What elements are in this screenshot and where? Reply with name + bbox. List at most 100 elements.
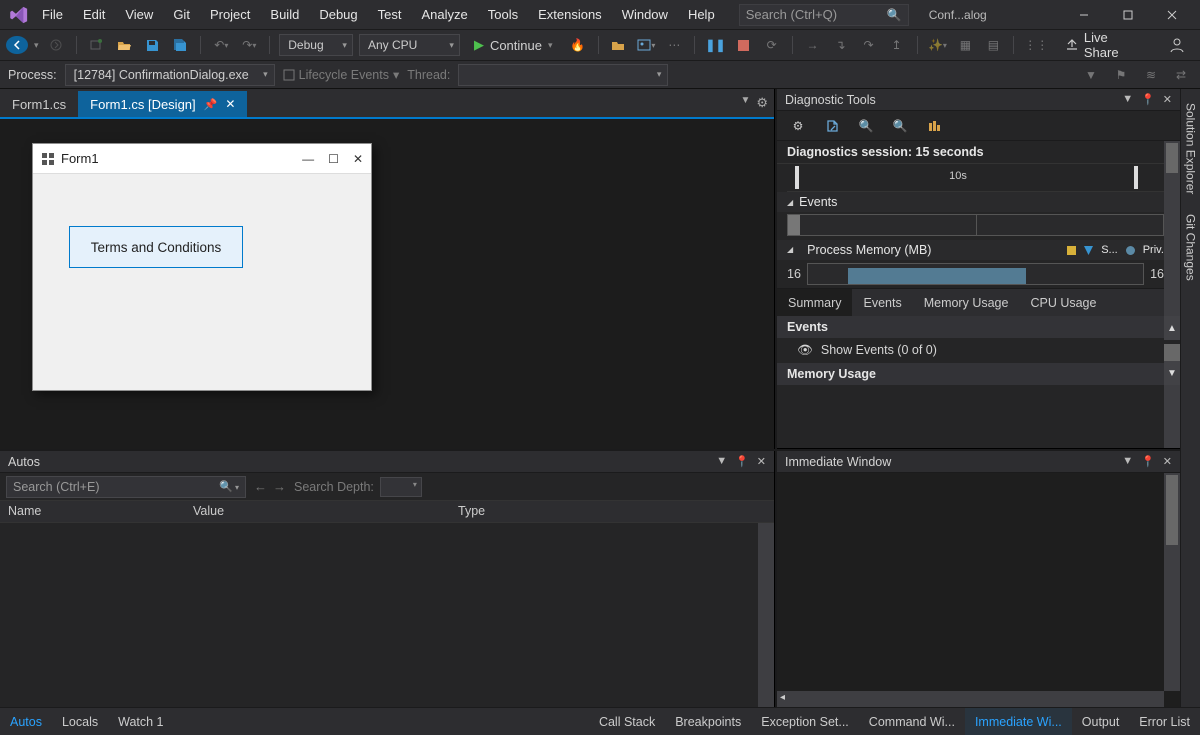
solution-platform-select[interactable]: Any CPU bbox=[359, 34, 460, 56]
solution-explorer-tab[interactable]: Solution Explorer bbox=[1183, 99, 1199, 198]
save-all-button[interactable] bbox=[169, 34, 191, 56]
bottom-tab-error-list[interactable]: Error List bbox=[1129, 708, 1200, 735]
diag-pm-section[interactable]: Process Memory (MB) S... Priv... bbox=[777, 240, 1180, 260]
diag-tab-cpu-usage[interactable]: CPU Usage bbox=[1019, 289, 1107, 316]
redo-button[interactable]: ↷ ▾ bbox=[238, 34, 260, 56]
scroll-up-icon[interactable]: ▲ bbox=[1164, 316, 1180, 340]
diag-settings-icon[interactable]: ⚙ bbox=[787, 115, 809, 137]
menu-project[interactable]: Project bbox=[200, 1, 260, 28]
new-project-button[interactable] bbox=[85, 34, 107, 56]
panel-close-icon[interactable]: ✕ bbox=[1163, 93, 1172, 106]
continue-button[interactable]: ▶ Continue ▾ bbox=[466, 34, 561, 56]
close-tab-icon[interactable]: ✕ bbox=[225, 97, 235, 111]
diag-export-icon[interactable] bbox=[821, 115, 843, 137]
bottom-tab-immediate-wi-[interactable]: Immediate Wi... bbox=[965, 708, 1072, 735]
scrollbar[interactable] bbox=[1164, 141, 1180, 448]
autos-search-input[interactable]: Search (Ctrl+E) 🔍 bbox=[6, 476, 246, 498]
pin-icon[interactable]: 📌 bbox=[204, 98, 218, 111]
solution-config-select[interactable]: Debug bbox=[279, 34, 353, 56]
show-events-link[interactable]: 👁Show Events (0 of 0) bbox=[777, 338, 1180, 363]
diag-tab-events[interactable]: Events bbox=[852, 289, 912, 316]
toolbar-icon[interactable]: ⋯ bbox=[663, 34, 685, 56]
panel-pin-icon[interactable]: 📍 bbox=[1141, 93, 1155, 106]
show-next-statement-button[interactable]: → bbox=[802, 34, 824, 56]
tab-overflow-icon[interactable]: ▼ bbox=[740, 95, 750, 111]
global-search-input[interactable]: Search (Ctrl+Q) 🔍 bbox=[739, 4, 909, 26]
save-button[interactable] bbox=[141, 34, 163, 56]
toolbar-extra-4[interactable]: ⋮⋮ bbox=[1023, 34, 1049, 56]
menu-tools[interactable]: Tools bbox=[478, 1, 528, 28]
search-prev-icon[interactable]: ← bbox=[254, 479, 267, 494]
tab-form1-design[interactable]: Form1.cs [Design] 📌 ✕ bbox=[78, 91, 247, 117]
restart-button[interactable]: ⟳ bbox=[761, 34, 783, 56]
menu-analyze[interactable]: Analyze bbox=[411, 1, 477, 28]
panel-pin-icon[interactable]: 📍 bbox=[735, 455, 749, 468]
process-select[interactable]: [12784] ConfirmationDialog.exe bbox=[65, 64, 275, 86]
panel-dropdown-icon[interactable]: ▼ bbox=[1122, 455, 1133, 468]
scrollbar[interactable] bbox=[1164, 473, 1180, 691]
panel-pin-icon[interactable]: 📍 bbox=[1141, 455, 1155, 468]
tab-form1-cs[interactable]: Form1.cs bbox=[0, 91, 78, 117]
lifecycle-events-button[interactable]: Lifecycle Events ▾ bbox=[283, 67, 400, 82]
menu-help[interactable]: Help bbox=[678, 1, 725, 28]
tab-settings-icon[interactable]: ⚙ bbox=[756, 95, 768, 111]
hot-reload-button[interactable]: 🔥 bbox=[567, 34, 589, 56]
menu-extensions[interactable]: Extensions bbox=[528, 1, 612, 28]
filter-icon[interactable]: ▼ bbox=[1080, 64, 1102, 86]
menu-view[interactable]: View bbox=[115, 1, 163, 28]
step-over-button[interactable]: ↷ bbox=[858, 34, 880, 56]
scrollbar-horizontal[interactable] bbox=[777, 691, 1164, 707]
close-button[interactable] bbox=[1150, 0, 1194, 30]
bottom-tab-output[interactable]: Output bbox=[1072, 708, 1130, 735]
menu-edit[interactable]: Edit bbox=[73, 1, 115, 28]
live-share-button[interactable]: Live Share bbox=[1055, 30, 1150, 60]
bottom-tab-command-wi-[interactable]: Command Wi... bbox=[859, 708, 965, 735]
nav-back-button[interactable] bbox=[6, 36, 28, 54]
maximize-button[interactable] bbox=[1106, 0, 1150, 30]
git-changes-tab[interactable]: Git Changes bbox=[1183, 210, 1199, 285]
winform-preview[interactable]: Form1 — ☐ ✕ Terms and Conditions bbox=[32, 143, 372, 391]
browse-icon[interactable] bbox=[607, 34, 629, 56]
flag-icon[interactable]: ⚑ bbox=[1110, 64, 1132, 86]
scrollbar[interactable] bbox=[758, 523, 774, 707]
menu-debug[interactable]: Debug bbox=[309, 1, 367, 28]
stack-icon[interactable]: ≋ bbox=[1140, 64, 1162, 86]
minimize-button[interactable] bbox=[1062, 0, 1106, 30]
bottom-tab-breakpoints[interactable]: Breakpoints bbox=[665, 708, 751, 735]
menu-file[interactable]: File bbox=[32, 1, 73, 28]
undo-button[interactable]: ↶ ▾ bbox=[210, 34, 232, 56]
scroll-down-icon[interactable]: ▼ bbox=[1164, 361, 1180, 385]
step-out-button[interactable]: ↥ bbox=[886, 34, 908, 56]
bottom-tab-watch-1[interactable]: Watch 1 bbox=[108, 708, 173, 735]
menu-build[interactable]: Build bbox=[260, 1, 309, 28]
bottom-tab-autos[interactable]: Autos bbox=[0, 708, 52, 735]
menu-window[interactable]: Window bbox=[612, 1, 678, 28]
panel-close-icon[interactable]: ✕ bbox=[1163, 455, 1172, 468]
col-name[interactable]: Name bbox=[0, 501, 185, 522]
toolbar-extra-2[interactable]: ▦ bbox=[954, 34, 976, 56]
panel-dropdown-icon[interactable]: ▼ bbox=[1122, 93, 1133, 106]
col-value[interactable]: Value bbox=[185, 501, 450, 522]
step-into-button[interactable]: ↴ bbox=[830, 34, 852, 56]
diag-tab-memory-usage[interactable]: Memory Usage bbox=[913, 289, 1020, 316]
toggle-icon[interactable]: ⇄ bbox=[1170, 64, 1192, 86]
thread-select[interactable] bbox=[458, 64, 668, 86]
terms-button[interactable]: Terms and Conditions bbox=[69, 226, 243, 268]
diag-events-section[interactable]: Events bbox=[777, 192, 1180, 212]
search-next-icon[interactable]: → bbox=[273, 479, 286, 494]
diag-tab-summary[interactable]: Summary bbox=[777, 289, 852, 316]
col-type[interactable]: Type bbox=[450, 501, 774, 522]
image-icon[interactable]: ▾ bbox=[635, 34, 657, 56]
menu-test[interactable]: Test bbox=[368, 1, 412, 28]
diag-timeline[interactable]: 10s bbox=[787, 164, 1164, 192]
search-depth-select[interactable] bbox=[380, 477, 422, 497]
toolbar-extra-3[interactable]: ▤ bbox=[982, 34, 1004, 56]
events-track[interactable] bbox=[787, 214, 1164, 236]
zoom-in-icon[interactable]: 🔍 bbox=[855, 115, 877, 137]
process-memory-chart[interactable]: 16 16 bbox=[777, 260, 1180, 288]
pause-button[interactable]: ❚❚ bbox=[704, 34, 726, 56]
menu-git[interactable]: Git bbox=[163, 1, 200, 28]
open-file-button[interactable] bbox=[113, 34, 135, 56]
bottom-tab-exception-set-[interactable]: Exception Set... bbox=[751, 708, 859, 735]
account-icon[interactable] bbox=[1166, 34, 1188, 56]
